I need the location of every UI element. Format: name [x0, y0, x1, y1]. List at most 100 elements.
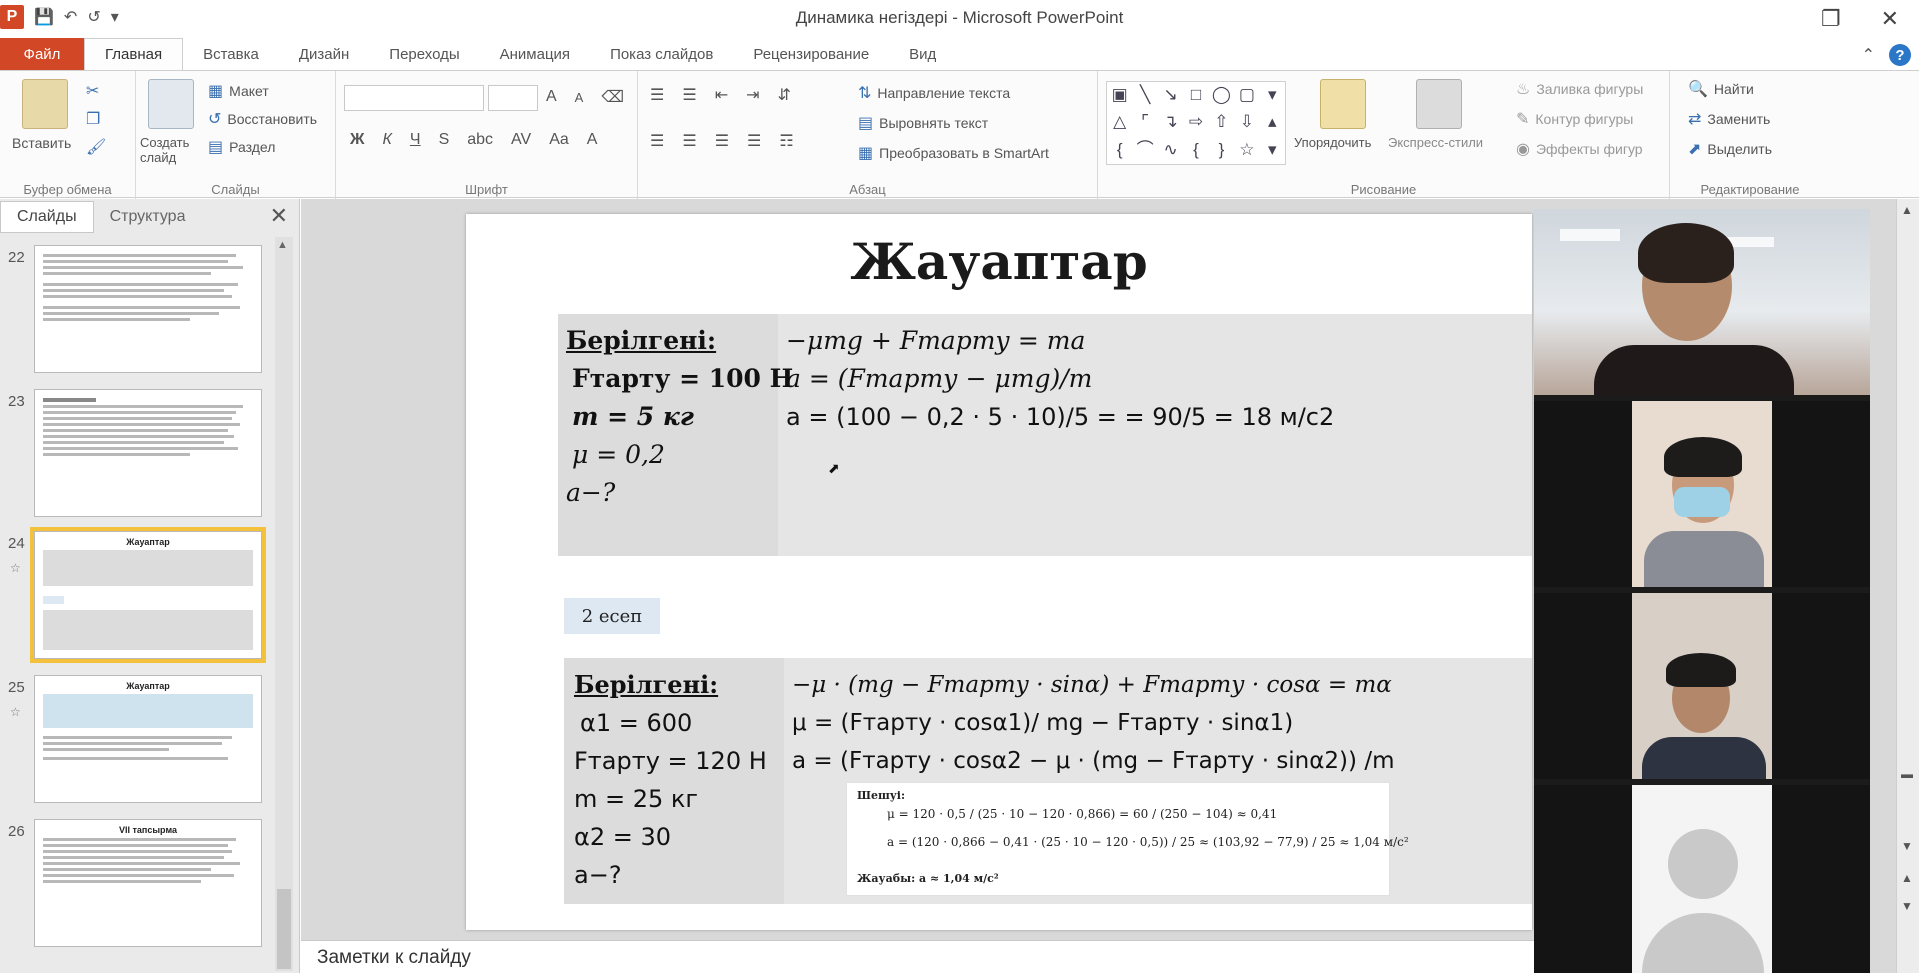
align-left-icon[interactable]: ☰: [650, 131, 664, 151]
slide-thumbnail-24[interactable]: 24 ☆ Жауаптар: [0, 527, 285, 666]
closing-brace-icon[interactable]: }: [1209, 137, 1234, 164]
scroll-up-arrow-icon[interactable]: ▲: [277, 239, 288, 251]
scrollbar-thumb[interactable]: [277, 889, 291, 969]
connector-shape-icon[interactable]: ↴: [1158, 109, 1183, 136]
shadow-button[interactable]: S: [439, 131, 450, 149]
restore-icon[interactable]: ❐: [1821, 6, 1841, 32]
arrange-icon[interactable]: [1320, 79, 1366, 129]
tab-insert[interactable]: Вставка: [183, 38, 279, 70]
scroll-down-icon[interactable]: ▾: [1260, 137, 1285, 164]
oval-shape-icon[interactable]: ◯: [1209, 82, 1234, 109]
line-shape-icon[interactable]: ╲: [1132, 82, 1157, 109]
brace-shape-icon[interactable]: {: [1107, 137, 1132, 164]
tab-view[interactable]: Вид: [889, 38, 956, 70]
justify-icon[interactable]: ☰: [747, 131, 761, 151]
tab-slides[interactable]: Слайды: [0, 201, 94, 233]
arrange-button[interactable]: Упорядочить: [1294, 135, 1371, 150]
close-icon[interactable]: ✕: [1881, 6, 1899, 32]
paste-button[interactable]: Вставить: [12, 135, 71, 151]
rectangle-shape-icon[interactable]: □: [1183, 82, 1208, 109]
shape-outline-button[interactable]: ✎ Контур фигуры: [1516, 109, 1633, 129]
tab-transitions[interactable]: Переходы: [369, 38, 479, 70]
bracket-shape-icon[interactable]: {: [1183, 137, 1208, 164]
rounded-rect-shape-icon[interactable]: ▢: [1234, 82, 1259, 109]
arrow-shape-icon[interactable]: ↘: [1158, 82, 1183, 109]
tab-design[interactable]: Дизайн: [279, 38, 369, 70]
notes-pane[interactable]: Заметки к слайду: [301, 940, 1534, 973]
quick-styles-button[interactable]: Экспресс-стили: [1388, 135, 1483, 150]
cut-icon[interactable]: ✂: [86, 81, 99, 101]
clear-format-icon[interactable]: ⌫: [601, 87, 624, 107]
shapes-gallery[interactable]: ▣ ╲ ↘ □ ◯ ▢ ▾ △ ⌜ ↴ ⇨ ⇧ ⇩ ▴ {⌒ ∿{} ☆ ▾: [1106, 81, 1286, 165]
font-family-select[interactable]: [344, 85, 484, 111]
italic-button[interactable]: К: [382, 131, 391, 149]
textbox-shape-icon[interactable]: ▣: [1107, 82, 1132, 109]
slide-thumbnail-25[interactable]: 25 ☆ Жауаптар: [0, 675, 285, 810]
layout-button[interactable]: ▦ Макет: [208, 81, 269, 101]
shrink-font-icon[interactable]: A: [575, 90, 584, 105]
find-button[interactable]: 🔍 Найти: [1688, 79, 1754, 99]
scroll-collapse-icon[interactable]: ▬: [1901, 767, 1913, 781]
shape-fill-button[interactable]: ♨ Заливка фигуры: [1516, 79, 1643, 99]
slide-thumbnail-23[interactable]: 23: [0, 389, 285, 524]
down-arrow-shape-icon[interactable]: ⇩: [1234, 109, 1259, 136]
scroll-up-icon[interactable]: ▴: [1260, 109, 1285, 136]
slide-thumbnail-26[interactable]: 26 VII тапсырма: [0, 819, 285, 954]
decrease-indent-icon[interactable]: ⇤: [715, 85, 728, 105]
star-shape-icon[interactable]: ☆: [1234, 137, 1259, 164]
up-arrow-shape-icon[interactable]: ⇧: [1209, 109, 1234, 136]
freeform-shape-icon[interactable]: ∿: [1158, 137, 1183, 164]
new-slide-icon[interactable]: [148, 79, 194, 129]
gallery-more-icon[interactable]: ▾: [1260, 82, 1285, 109]
scroll-down-arrow-icon[interactable]: ▼: [1901, 839, 1913, 853]
bold-button[interactable]: Ж: [350, 131, 364, 149]
font-color-icon[interactable]: A: [587, 131, 598, 149]
copy-icon[interactable]: ❐: [86, 109, 100, 129]
increase-indent-icon[interactable]: ⇥: [746, 85, 759, 105]
slide-title[interactable]: Жауаптар: [466, 232, 1532, 291]
select-button[interactable]: ⬈ Выделить: [1688, 139, 1772, 159]
line-spacing-icon[interactable]: ⇵: [778, 85, 791, 105]
section-button[interactable]: ▤ Раздел: [208, 137, 275, 157]
slides-panel-scrollbar[interactable]: ▲: [275, 237, 293, 971]
tab-home[interactable]: Главная: [84, 38, 184, 70]
tab-animation[interactable]: Анимация: [480, 38, 590, 70]
elbow-shape-icon[interactable]: ⌜: [1132, 109, 1157, 136]
text-direction-button[interactable]: ⇅ Направление текста: [858, 83, 1010, 103]
next-slide-icon[interactable]: ▼: [1901, 899, 1913, 913]
slide-canvas[interactable]: Жауаптар Берілгені: Fтарту = 100 Н m = 5…: [466, 214, 1532, 930]
tab-review[interactable]: Рецензирование: [733, 38, 889, 70]
triangle-shape-icon[interactable]: △: [1107, 109, 1132, 136]
smartart-button[interactable]: ▦ Преобразовать в SmartArt: [858, 143, 1049, 163]
slide-thumbnail-22[interactable]: 22: [0, 245, 285, 380]
new-slide-button[interactable]: Создать слайд: [140, 135, 204, 165]
columns-icon[interactable]: ☶: [779, 131, 793, 151]
tab-slideshow[interactable]: Показ слайдов: [590, 38, 733, 70]
strikethrough-icon[interactable]: abc: [467, 131, 493, 149]
previous-slide-icon[interactable]: ▲: [1901, 871, 1913, 885]
scroll-up-arrow-icon[interactable]: ▲: [1901, 203, 1913, 217]
align-right-icon[interactable]: ☰: [715, 131, 729, 151]
bullets-icon[interactable]: ☰: [650, 85, 664, 105]
font-size-select[interactable]: [488, 85, 538, 111]
tab-file[interactable]: Файл: [0, 38, 84, 70]
numbering-icon[interactable]: ☰: [682, 85, 696, 105]
quick-styles-icon[interactable]: [1416, 79, 1462, 129]
paste-icon[interactable]: [22, 79, 68, 129]
editor-scrollbar[interactable]: ▲ ▬ ▼ ▲ ▼: [1896, 199, 1919, 973]
underline-button[interactable]: Ч: [410, 131, 421, 149]
align-center-icon[interactable]: ☰: [682, 131, 696, 151]
align-text-button[interactable]: ▤ Выровнять текст: [858, 113, 988, 133]
reset-button[interactable]: ↺ Восстановить: [208, 109, 317, 129]
help-icon[interactable]: ?: [1889, 44, 1911, 66]
shape-effects-button[interactable]: ◉ Эффекты фигур: [1516, 139, 1643, 159]
close-panel-icon[interactable]: ✕: [270, 203, 288, 229]
replace-button[interactable]: ⇄ Заменить: [1688, 109, 1770, 129]
curve-shape-icon[interactable]: ⌒: [1132, 137, 1157, 164]
right-arrow-shape-icon[interactable]: ⇨: [1183, 109, 1208, 136]
change-case-icon[interactable]: Aa: [549, 131, 569, 149]
char-spacing-icon[interactable]: AV: [511, 131, 531, 149]
grow-font-icon[interactable]: A: [546, 88, 557, 106]
format-painter-icon[interactable]: 🖌: [86, 137, 106, 157]
tab-outline[interactable]: Структура: [94, 202, 202, 232]
